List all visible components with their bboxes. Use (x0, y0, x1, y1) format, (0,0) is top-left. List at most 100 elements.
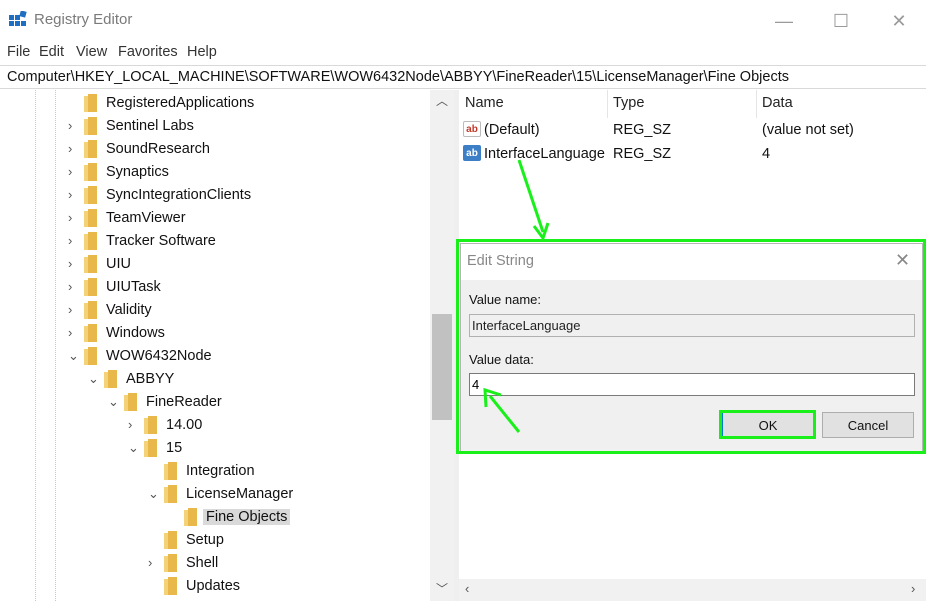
tree-item-label[interactable]: LicenseManager (186, 486, 293, 502)
close-button[interactable]: ✕ (875, 0, 923, 42)
chevron-right-icon[interactable]: › (68, 187, 80, 203)
tree-item[interactable]: › Synaptics (0, 161, 430, 184)
tree-item-label[interactable]: Shell (186, 555, 218, 571)
tree-item[interactable]: › Sentinel Labs (0, 115, 430, 138)
tree-item-label[interactable]: WOW6432Node (106, 348, 212, 364)
chevron-down-icon[interactable]: ⌄ (128, 440, 140, 456)
tree-item[interactable]: › Tracker Software (0, 230, 430, 253)
menu-bar: File Edit View Favorites Help (0, 42, 926, 64)
tree-item[interactable]: › SyncIntegrationClients (0, 184, 430, 207)
chevron-right-icon[interactable] (148, 532, 160, 548)
menu-help[interactable]: Help (187, 44, 217, 60)
folder-icon (84, 324, 97, 342)
menu-file[interactable]: File (7, 44, 30, 60)
tree-item[interactable]: › 14.00 (0, 414, 430, 437)
chevron-right-icon[interactable]: › (68, 279, 80, 295)
chevron-right-icon[interactable] (68, 95, 80, 111)
tree-item[interactable]: ⌄ ABBYY (0, 368, 430, 391)
tree-item-label[interactable]: SoundResearch (106, 141, 210, 157)
tree-item[interactable]: › SoundResearch (0, 138, 430, 161)
tree-item-label[interactable]: UIU (106, 256, 131, 272)
tree-item-label[interactable]: FineReader (146, 394, 222, 410)
chevron-down-icon[interactable]: ⌄ (68, 348, 80, 364)
chevron-down-icon[interactable]: ⌄ (148, 486, 160, 502)
chevron-right-icon[interactable]: › (128, 417, 140, 433)
tree-item[interactable]: Integration (0, 460, 430, 483)
tree-item[interactable]: Fine Objects (0, 506, 430, 529)
tree-item-label[interactable]: Sentinel Labs (106, 118, 194, 134)
tree-item-label[interactable]: Integration (186, 463, 255, 479)
tree-vertical-scrollbar[interactable]: ︿ ﹀ (430, 90, 454, 601)
menu-edit[interactable]: Edit (39, 44, 64, 60)
tree-item[interactable]: ⌄ WOW6432Node (0, 345, 430, 368)
chevron-down-icon[interactable]: ⌄ (88, 371, 100, 387)
scroll-right-arrow-icon[interactable]: › (911, 581, 915, 596)
tree-item-label[interactable]: ABBYY (126, 371, 174, 387)
tree-item[interactable]: RegisteredApplications (0, 92, 430, 115)
tree-item[interactable]: › UIU (0, 253, 430, 276)
chevron-right-icon[interactable]: › (68, 141, 80, 157)
tree-item[interactable]: ⌄ LicenseManager (0, 483, 430, 506)
chevron-right-icon[interactable]: › (148, 555, 160, 571)
scroll-thumb[interactable] (432, 314, 452, 420)
tree-item-label[interactable]: Windows (106, 325, 165, 341)
tree-item-label[interactable]: 15 (166, 440, 182, 456)
chevron-right-icon[interactable]: › (68, 118, 80, 134)
tree-item[interactable]: Updates (0, 575, 430, 598)
tree-item[interactable]: ⌄ FineReader (0, 391, 430, 414)
folder-icon (84, 117, 97, 135)
chevron-right-icon[interactable] (168, 509, 180, 525)
column-header-type[interactable]: Type (613, 95, 644, 111)
chevron-right-icon[interactable] (148, 578, 160, 594)
tree-item[interactable]: › Windows (0, 322, 430, 345)
list-horizontal-scrollbar[interactable]: ‹ › (459, 579, 926, 601)
tree-item[interactable]: › TeamViewer (0, 207, 430, 230)
tree-item-label[interactable]: Validity (106, 302, 152, 318)
folder-icon (84, 94, 97, 112)
chevron-right-icon[interactable]: › (68, 325, 80, 341)
tree-item[interactable]: › UIUTask (0, 276, 430, 299)
chevron-right-icon[interactable]: › (68, 210, 80, 226)
scroll-up-arrow-icon[interactable]: ︿ (430, 92, 454, 112)
tree-item-label[interactable]: RegisteredApplications (106, 95, 254, 111)
title-bar: Registry Editor — ☐ ✕ (0, 0, 926, 42)
key-tree[interactable]: RegisteredApplications › Sentinel Labs › Sou… (0, 90, 454, 601)
tree-item[interactable]: › Validity (0, 299, 430, 322)
tree-item-label[interactable]: Fine Objects (203, 509, 291, 525)
tree-item-label[interactable]: Updates (186, 578, 240, 594)
tree-item[interactable]: Setup (0, 529, 430, 552)
tree-item-label[interactable]: Tracker Software (106, 233, 216, 249)
value-type: REG_SZ (613, 122, 672, 138)
chevron-right-icon[interactable]: › (68, 302, 80, 318)
tree-item[interactable]: ⌄ 15 (0, 437, 430, 460)
menu-view[interactable]: View (76, 44, 107, 60)
tree-item-label[interactable]: Synaptics (106, 164, 169, 180)
scroll-down-arrow-icon[interactable]: ﹀ (430, 580, 454, 600)
tree-item-label[interactable]: 14.00 (166, 417, 202, 433)
column-header-data[interactable]: Data (762, 95, 793, 111)
column-divider[interactable] (756, 90, 757, 118)
value-name-default[interactable]: (Default) (484, 122, 540, 138)
chevron-right-icon[interactable]: › (68, 233, 80, 249)
tree-item-label[interactable]: SyncIntegrationClients (106, 187, 251, 203)
chevron-right-icon[interactable]: › (68, 164, 80, 180)
folder-icon (184, 508, 197, 526)
tree-item[interactable]: › Shell (0, 552, 430, 575)
column-divider[interactable] (607, 90, 608, 118)
chevron-right-icon[interactable] (148, 463, 160, 479)
address-path[interactable]: Computer\HKEY_LOCAL_MACHINE\SOFTWARE\WOW… (7, 69, 789, 85)
tree-item-label[interactable]: TeamViewer (106, 210, 186, 226)
folder-icon (84, 140, 97, 158)
tree-item-label[interactable]: Setup (186, 532, 224, 548)
menu-favorites[interactable]: Favorites (118, 44, 178, 60)
address-bar[interactable]: Computer\HKEY_LOCAL_MACHINE\SOFTWARE\WOW… (0, 65, 926, 89)
tree-item-label[interactable]: UIUTask (106, 279, 161, 295)
chevron-right-icon[interactable]: › (68, 256, 80, 272)
scroll-left-arrow-icon[interactable]: ‹ (465, 581, 469, 596)
column-header-name[interactable]: Name (465, 95, 504, 111)
maximize-button[interactable]: ☐ (817, 0, 865, 42)
chevron-down-icon[interactable]: ⌄ (108, 394, 120, 410)
folder-icon (84, 186, 97, 204)
value-name-interfacelanguage[interactable]: InterfaceLanguage (484, 146, 605, 162)
minimize-button[interactable]: — (760, 0, 808, 42)
